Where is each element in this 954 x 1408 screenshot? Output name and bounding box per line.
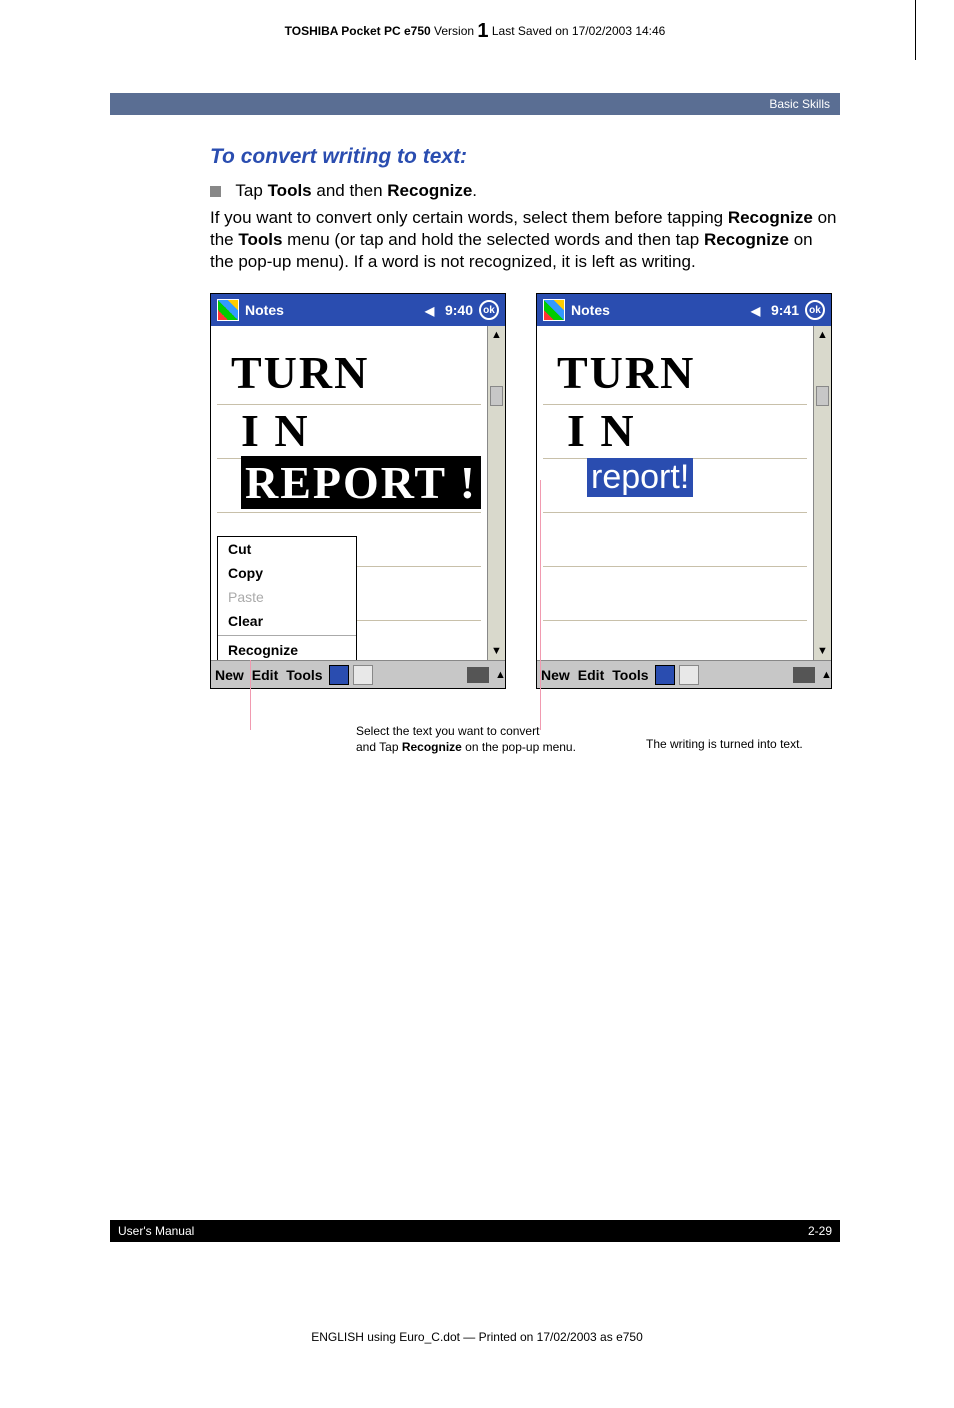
menu-paste: Paste: [218, 585, 356, 609]
screenshots-row: Notes 9:40 ok: [210, 293, 840, 689]
ok-button[interactable]: ok: [479, 300, 499, 320]
window-titlebar: Notes 9:41 ok: [537, 294, 831, 326]
subsection-heading: To convert writing to text:: [210, 145, 840, 169]
clock: 9:40: [445, 302, 473, 318]
para-recognize-2: Recognize: [704, 230, 789, 249]
note-canvas[interactable]: TURN I N REPORT ! Cut Copy Paste Clear R…: [211, 326, 505, 660]
cmd-tools[interactable]: Tools: [608, 667, 652, 683]
keyboard-icon[interactable]: [793, 667, 815, 683]
app-title: Notes: [245, 302, 425, 318]
handwriting-line-2: I N: [567, 404, 636, 457]
scroll-thumb[interactable]: [490, 386, 503, 406]
menu-separator: [218, 635, 356, 636]
bullet-mid: and then: [312, 181, 388, 200]
page-footer-bar: User's Manual 2-29: [110, 1220, 840, 1242]
speaker-icon[interactable]: [751, 302, 767, 318]
sip-up-icon[interactable]: ▲: [817, 668, 831, 682]
recognized-text: report!: [587, 458, 693, 497]
bullet-tools: Tools: [268, 181, 312, 200]
bullet-recognize: Recognize: [387, 181, 472, 200]
para-seg: menu (or tap and hold the selected words…: [282, 230, 704, 249]
instruction-bullet: Tap Tools and then Recognize.: [210, 181, 840, 201]
cmd-new[interactable]: New: [537, 667, 574, 683]
cmd-new[interactable]: New: [211, 667, 248, 683]
handwriting-line-2: I N: [241, 404, 310, 457]
ok-button[interactable]: ok: [805, 300, 825, 320]
note-canvas[interactable]: TURN I N report! ▲ ▼: [537, 326, 831, 660]
cmd-edit[interactable]: Edit: [248, 667, 282, 683]
cmd-edit[interactable]: Edit: [574, 667, 608, 683]
app-title: Notes: [571, 302, 751, 318]
window-titlebar: Notes 9:40 ok: [211, 294, 505, 326]
pen-icon[interactable]: [353, 665, 373, 685]
caption-text: and Tap: [356, 740, 402, 754]
command-bar: New Edit Tools ▲: [537, 660, 831, 688]
bullet-text-pre: Tap: [235, 181, 267, 200]
saved-stamp: Last Saved on 17/02/2003 14:46: [492, 24, 665, 38]
para-tools: Tools: [238, 230, 282, 249]
cmd-tools[interactable]: Tools: [282, 667, 326, 683]
voice-record-icon[interactable]: [655, 665, 675, 685]
running-header: TOSHIBA Pocket PC e750 Version 1 Last Sa…: [110, 20, 840, 43]
voice-record-icon[interactable]: [329, 665, 349, 685]
section-bar: Basic Skills: [110, 93, 840, 115]
screenshot-after: Notes 9:41 ok: [536, 293, 832, 689]
context-menu: Cut Copy Paste Clear Recognize Alternate…: [217, 536, 357, 660]
caption-left: Select the text you want to convert and …: [356, 723, 636, 755]
menu-cut[interactable]: Cut: [218, 537, 356, 561]
menu-clear[interactable]: Clear: [218, 609, 356, 633]
caption-text: on the pop-up menu.: [462, 740, 576, 754]
start-flag-icon[interactable]: [543, 299, 565, 321]
bullet-post: .: [472, 181, 477, 200]
body-paragraph: If you want to convert only certain word…: [210, 207, 840, 273]
scroll-thumb[interactable]: [816, 386, 829, 406]
handwriting-line-1: TURN: [557, 346, 695, 399]
command-bar: New Edit Tools ▲: [211, 660, 505, 688]
print-footnote: ENGLISH using Euro_C.dot — Printed on 17…: [0, 1330, 954, 1344]
footer-page-number: 2-29: [808, 1224, 832, 1238]
menu-recognize[interactable]: Recognize: [218, 638, 356, 660]
keyboard-icon[interactable]: [467, 667, 489, 683]
menu-copy[interactable]: Copy: [218, 561, 356, 585]
scroll-down-icon[interactable]: ▼: [488, 642, 505, 660]
scroll-down-icon[interactable]: ▼: [814, 642, 831, 660]
handwriting-selected: REPORT !: [241, 456, 481, 509]
pen-icon[interactable]: [679, 665, 699, 685]
caption-recognize: Recognize: [402, 740, 462, 754]
crop-mark: [915, 0, 916, 60]
vertical-scrollbar[interactable]: ▲ ▼: [487, 326, 505, 660]
clock: 9:41: [771, 302, 799, 318]
start-flag-icon[interactable]: [217, 299, 239, 321]
caption-right: The writing is turned into text.: [646, 736, 866, 752]
screenshot-before: Notes 9:40 ok: [210, 293, 506, 689]
scroll-up-icon[interactable]: ▲: [814, 326, 831, 344]
footer-left: User's Manual: [118, 1224, 194, 1238]
version-number: 1: [477, 20, 488, 42]
bullet-icon: [210, 186, 221, 197]
product-name: TOSHIBA Pocket PC e750: [285, 24, 431, 38]
scroll-up-icon[interactable]: ▲: [488, 326, 505, 344]
version-label: Version: [434, 24, 474, 38]
para-recognize-1: Recognize: [728, 208, 813, 227]
caption-text: Select the text you want to convert: [356, 724, 539, 738]
sip-up-icon[interactable]: ▲: [491, 668, 505, 682]
vertical-scrollbar[interactable]: ▲ ▼: [813, 326, 831, 660]
speaker-icon[interactable]: [425, 302, 441, 318]
page-content: TOSHIBA Pocket PC e750 Version 1 Last Sa…: [110, 10, 840, 769]
para-seg: If you want to convert only certain word…: [210, 208, 728, 227]
handwriting-line-1: TURN: [231, 346, 369, 399]
